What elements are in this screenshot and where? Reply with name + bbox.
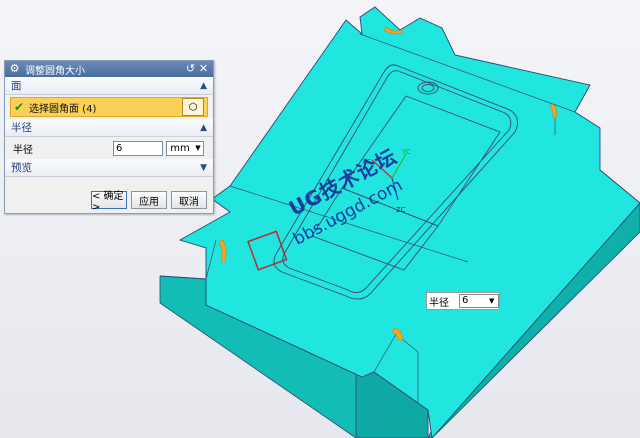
floating-radius-field[interactable]: 6 ▼ (459, 294, 499, 308)
apply-button[interactable]: 应用 (131, 191, 167, 209)
floating-radius-label: 半径 (429, 297, 449, 309)
face-section-header[interactable]: 面 ▲ (5, 77, 213, 95)
close-icon[interactable]: ✕ (197, 62, 210, 76)
select-face-icon[interactable]: ⬡ (182, 98, 204, 116)
axis-label-z: ZC (396, 206, 406, 214)
chevron-down-icon: ▼ (200, 162, 207, 173)
face-section-label: 面 (11, 80, 22, 92)
adjust-fillet-dialog: ⚙ 调整圆角大小 ↺ ✕ 面 ▲ ✔ 选择圆角面 (4) ⬡ 半径 ▲ 半径 6… (4, 60, 214, 214)
ok-button[interactable]: < 确定 > (91, 191, 127, 213)
unit-value: mm (170, 142, 190, 154)
floating-radius-input: 半径 6 ▼ (426, 292, 500, 310)
select-fillet-face-row[interactable]: ✔ 选择圆角面 (4) ⬡ (10, 97, 208, 117)
check-icon: ✔ (14, 100, 25, 114)
chevron-up-icon: ▲ (200, 80, 207, 91)
chevron-down-icon: ▼ (489, 297, 495, 305)
preview-section-header[interactable]: 预览 ▼ (5, 159, 213, 177)
unit-select[interactable]: mm ▼ (166, 140, 204, 156)
dialog-title: 调整圆角大小 (25, 65, 85, 77)
gear-icon[interactable]: ⚙ (8, 62, 21, 76)
dialog-titlebar[interactable]: ⚙ 调整圆角大小 ↺ ✕ (5, 61, 213, 77)
select-fillet-face-label: 选择圆角面 (4) (29, 103, 97, 115)
cancel-button[interactable]: 取消 (171, 191, 207, 209)
reset-icon[interactable]: ↺ (184, 62, 197, 76)
preview-section-label: 预览 (11, 162, 32, 174)
radius-row: 半径 6 mm ▼ (5, 137, 213, 159)
radius-input[interactable]: 6 (113, 140, 163, 156)
radius-section-header[interactable]: 半径 ▲ (5, 119, 213, 137)
chevron-down-icon: ▼ (195, 143, 201, 152)
floating-radius-value: 6 (462, 295, 469, 306)
dialog-buttons: < 确定 > 应用 取消 (91, 191, 207, 213)
radius-section-label: 半径 (11, 122, 32, 134)
chevron-up-icon: ▲ (200, 122, 207, 133)
radius-field-label: 半径 (13, 144, 33, 156)
axis-label-y: YC (401, 148, 411, 156)
